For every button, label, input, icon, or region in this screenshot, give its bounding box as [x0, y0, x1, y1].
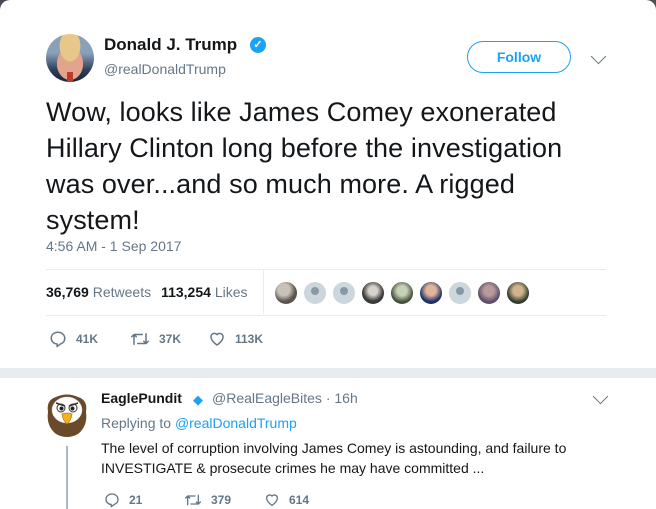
- retweet-icon: [185, 494, 201, 506]
- likes-stat[interactable]: 113,254 Likes: [161, 284, 247, 300]
- replying-to: Replying to @realDonaldTrump: [101, 415, 297, 431]
- divider: [46, 315, 606, 316]
- reply-author-handle-line: @RealEagleBites · 16h: [212, 390, 358, 406]
- liker-avatar[interactable]: [477, 281, 501, 305]
- reply-action[interactable]: 41K: [49, 330, 98, 348]
- like-count: 113K: [235, 332, 264, 346]
- tweet-stats: 36,769 Retweets 113,254 Likes: [46, 284, 248, 300]
- like-action[interactable]: 614: [264, 492, 309, 508]
- retweet-count: 379: [211, 493, 232, 507]
- separator-dot: ·: [325, 390, 331, 406]
- liker-avatar[interactable]: [419, 281, 443, 305]
- section-divider: [0, 368, 656, 378]
- likes-count: 113,254: [161, 284, 211, 300]
- reply-icon: [50, 331, 66, 348]
- reply-author-handle[interactable]: @RealEagleBites: [212, 390, 322, 406]
- badge-icon: ◆: [193, 392, 203, 407]
- retweets-label: Retweets: [92, 284, 152, 300]
- reply-author-name[interactable]: EaglePundit: [101, 390, 182, 406]
- liker-avatar[interactable]: [332, 281, 356, 305]
- reply-icon: [105, 493, 119, 508]
- eagle-avatar[interactable]: [42, 390, 92, 440]
- avatar[interactable]: [46, 34, 94, 82]
- retweet-icon: [131, 333, 149, 345]
- liker-avatar[interactable]: [361, 281, 385, 305]
- author-handle[interactable]: @realDonaldTrump: [104, 61, 226, 77]
- reply-count: 21: [129, 493, 143, 507]
- liker-avatar[interactable]: [390, 281, 414, 305]
- replying-handle-link[interactable]: @realDonaldTrump: [175, 415, 297, 431]
- retweet-action[interactable]: 379: [184, 492, 231, 508]
- follow-button[interactable]: Follow: [467, 41, 571, 73]
- reply-actions: 21 379 614: [0, 492, 656, 509]
- like-action[interactable]: 113K: [208, 330, 263, 348]
- reply-action[interactable]: 21: [104, 492, 142, 508]
- retweets-stat[interactable]: 36,769 Retweets: [46, 284, 151, 300]
- retweets-count: 36,769: [46, 284, 89, 300]
- retweet-count: 37K: [159, 332, 182, 346]
- stats-separator: [263, 270, 264, 314]
- chevron-down-icon[interactable]: [590, 48, 607, 65]
- verified-badge-icon: ✓: [250, 37, 266, 53]
- retweet-action[interactable]: 37K: [130, 330, 181, 348]
- tweet-actions: 41K 37K 113K: [0, 330, 656, 350]
- liker-avatar[interactable]: [303, 281, 327, 305]
- heart-icon: [266, 494, 278, 506]
- tweet-timestamp[interactable]: 4:56 AM - 1 Sep 2017: [46, 238, 181, 254]
- reply-count: 41K: [76, 332, 99, 346]
- like-count: 614: [289, 493, 310, 507]
- reply-time[interactable]: 16h: [334, 390, 357, 406]
- likes-label: Likes: [214, 284, 248, 300]
- heart-icon: [210, 332, 224, 346]
- divider: [46, 269, 606, 270]
- liker-avatar[interactable]: [506, 281, 530, 305]
- tweet-text: Wow, looks like James Comey exonerated H…: [46, 97, 563, 235]
- liker-avatar[interactable]: [274, 281, 298, 305]
- reply-text: The level of corruption involving James …: [101, 440, 567, 476]
- replying-prefix: Replying to: [101, 415, 172, 431]
- author-name[interactable]: Donald J. Trump: [104, 35, 237, 55]
- liker-avatar[interactable]: [448, 281, 472, 305]
- tweet-card: Donald J. Trump ✓ @realDonaldTrump Follo…: [0, 0, 656, 509]
